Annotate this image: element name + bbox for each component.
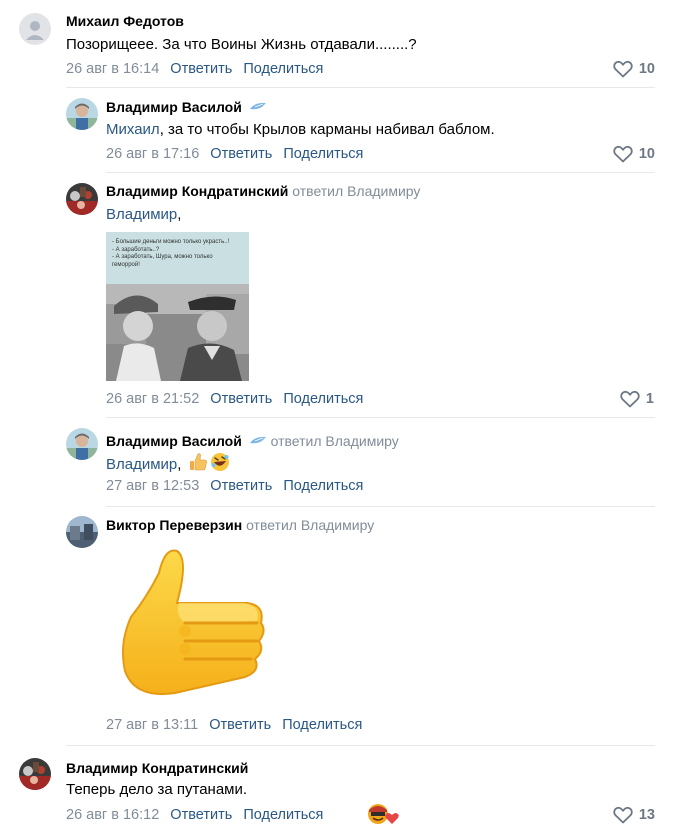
photo-caption: - Большие деньги можно только украсть..!… bbox=[112, 239, 230, 268]
divider bbox=[66, 87, 655, 88]
reply-button[interactable]: Ответить bbox=[210, 478, 272, 494]
avatar[interactable] bbox=[66, 428, 98, 460]
mention-link[interactable]: Владимир bbox=[106, 206, 177, 223]
mention-link[interactable]: Владимир bbox=[106, 456, 177, 473]
heart-icon bbox=[613, 60, 633, 78]
comment-time[interactable]: 27 авг в 12:53 bbox=[106, 478, 199, 494]
reply-to-label[interactable]: ответил Владимиру bbox=[271, 433, 399, 449]
like-count: 10 bbox=[638, 61, 655, 77]
reaction-emoji[interactable] bbox=[366, 802, 400, 826]
comment-text: , bbox=[177, 206, 182, 223]
heart-icon bbox=[613, 145, 633, 163]
divider bbox=[66, 745, 655, 746]
share-button[interactable]: Поделиться bbox=[283, 146, 363, 162]
comment-author[interactable]: Виктор Переверзин bbox=[106, 517, 242, 533]
share-button[interactable]: Поделиться bbox=[243, 807, 323, 823]
comment-author[interactable]: Михаил Федотов bbox=[66, 13, 184, 29]
reply-button[interactable]: Ответить bbox=[210, 146, 272, 162]
comment-author[interactable]: Владимир Кондратинский bbox=[66, 760, 248, 776]
like-button[interactable]: 10 bbox=[613, 60, 655, 78]
rofl-emoji bbox=[210, 452, 230, 478]
divider bbox=[106, 506, 655, 507]
share-button[interactable]: Поделиться bbox=[283, 478, 363, 494]
avatar[interactable] bbox=[19, 758, 51, 790]
thumbs-up-emoji bbox=[188, 452, 208, 478]
reply-to-label[interactable]: ответил Владимиру bbox=[246, 517, 374, 533]
avatar[interactable] bbox=[66, 516, 98, 548]
mention-link[interactable]: Михаил bbox=[106, 121, 160, 138]
divider bbox=[106, 172, 655, 173]
divider bbox=[106, 417, 655, 418]
comment-text: , bbox=[177, 456, 182, 473]
comment-time[interactable]: 26 авг в 16:12 bbox=[66, 807, 159, 823]
comment-text: Позорищеее. За что Воины Жизнь отдавали.… bbox=[66, 36, 417, 53]
comment-text: , за то чтобы Крылов карманы набивал баб… bbox=[159, 121, 495, 138]
avatar[interactable] bbox=[19, 13, 51, 45]
comment-time[interactable]: 26 авг в 16:14 bbox=[66, 61, 159, 77]
comment-author[interactable]: Владимир Кондратинский bbox=[106, 183, 288, 199]
like-count: 13 bbox=[638, 807, 655, 823]
like-button[interactable]: 10 bbox=[613, 145, 655, 163]
like-button[interactable]: 1 bbox=[620, 390, 654, 408]
heart-icon bbox=[613, 806, 633, 824]
edit-icon bbox=[249, 97, 267, 115]
like-count: 1 bbox=[645, 391, 654, 407]
photo-attachment[interactable]: - Большие деньги можно только украсть..!… bbox=[106, 232, 249, 381]
avatar[interactable] bbox=[66, 183, 98, 215]
reply-to-label[interactable]: ответил Владимиру bbox=[292, 183, 420, 199]
comment-author[interactable]: Владимир Василой bbox=[106, 99, 242, 115]
comment-author[interactable]: Владимир Василой bbox=[106, 433, 242, 449]
reply-button[interactable]: Ответить bbox=[170, 61, 232, 77]
share-button[interactable]: Поделиться bbox=[282, 717, 362, 733]
reply-button[interactable]: Ответить bbox=[210, 391, 272, 407]
heart-icon bbox=[620, 390, 640, 408]
reply-button[interactable]: Ответить bbox=[209, 717, 271, 733]
avatar[interactable] bbox=[66, 98, 98, 130]
edit-icon bbox=[249, 431, 267, 449]
share-button[interactable]: Поделиться bbox=[243, 61, 323, 77]
comment-time[interactable]: 26 авг в 17:16 bbox=[106, 146, 199, 162]
like-button[interactable]: 13 bbox=[613, 806, 655, 824]
thumbs-up-sticker[interactable] bbox=[115, 543, 273, 705]
like-count: 10 bbox=[638, 146, 655, 162]
comment-time[interactable]: 26 авг в 21:52 bbox=[106, 391, 199, 407]
comment-time[interactable]: 27 авг в 13:11 bbox=[106, 717, 198, 733]
share-button[interactable]: Поделиться bbox=[283, 391, 363, 407]
comment-text: Теперь дело за путанами. bbox=[66, 781, 248, 798]
reply-button[interactable]: Ответить bbox=[170, 807, 232, 823]
